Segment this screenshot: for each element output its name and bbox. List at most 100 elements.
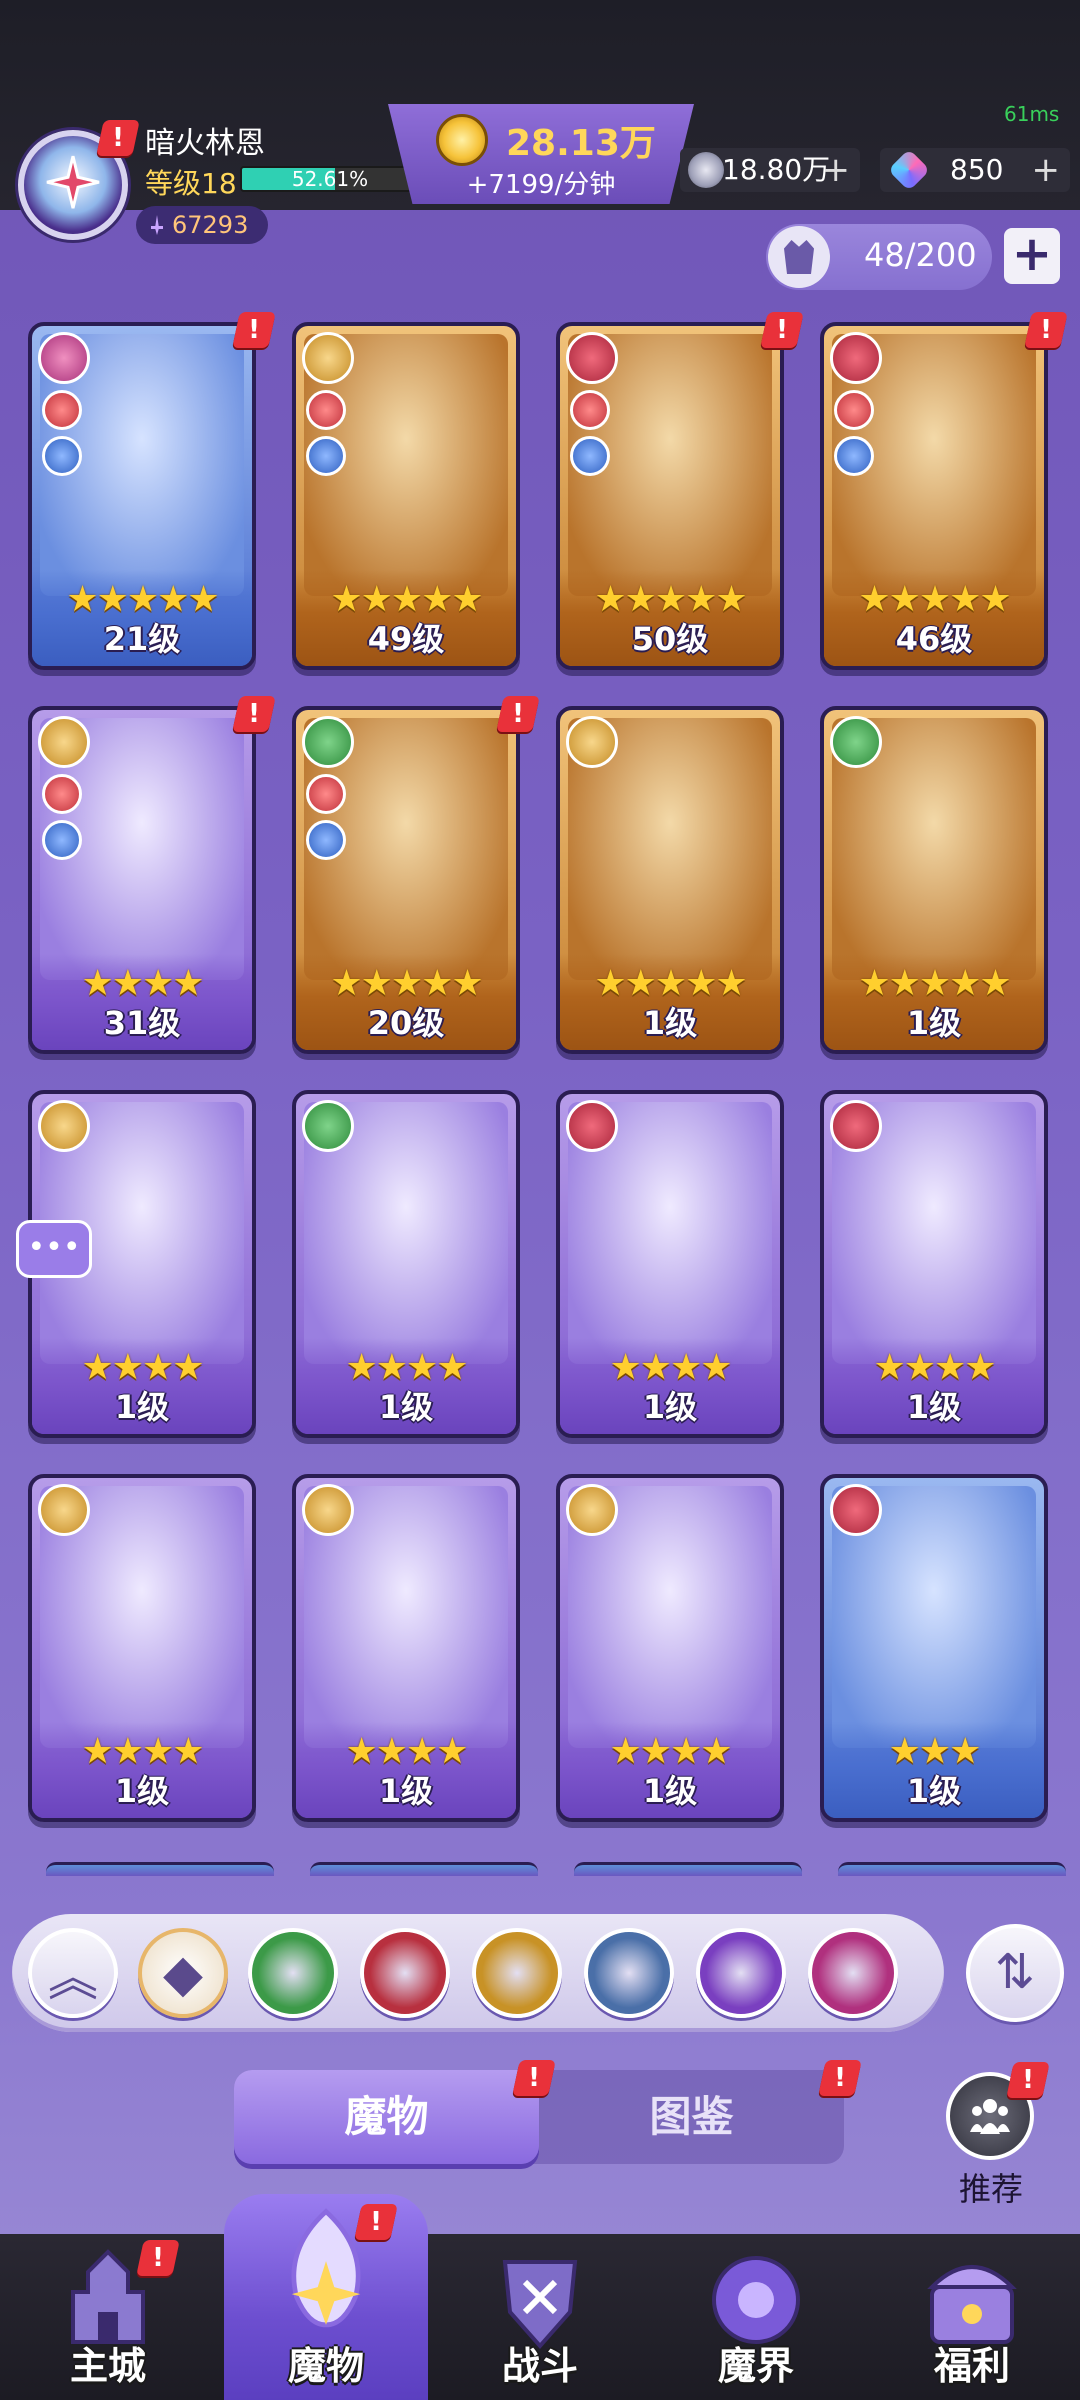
monster-level: 20级 [367, 1004, 445, 1042]
combat-power-value: 67293 [172, 211, 249, 239]
eye-faction-filter[interactable] [696, 1928, 786, 2018]
crystal-icon [887, 148, 931, 192]
tab-monster[interactable]: 魔物 [234, 2070, 539, 2164]
order-faction-icon [38, 1484, 90, 1536]
combat-power: 67293 [136, 206, 268, 244]
chat-bubble-icon[interactable]: ••• [16, 1220, 92, 1278]
chaos-faction-icon [566, 1100, 618, 1152]
chaos-faction-filter[interactable] [360, 1928, 450, 2018]
monster-card[interactable]: ★★★★ 1级 [820, 1090, 1048, 1438]
defense-role-icon [834, 436, 874, 476]
expand-capacity-button[interactable]: + [1004, 228, 1060, 284]
power-sword-icon [151, 215, 163, 235]
void-faction-filter[interactable] [808, 1928, 898, 2018]
monster-level: 1级 [906, 1004, 962, 1042]
attack-role-icon [42, 390, 82, 430]
nav-alert-badge [354, 2204, 398, 2240]
monster-level: 1级 [114, 1772, 170, 1810]
next-row-card-edge [838, 1862, 1066, 1876]
crystal-resource[interactable]: 850 + [880, 148, 1070, 192]
attack-role-icon [42, 774, 82, 814]
monster-card[interactable]: ★★★★ 1级 [556, 1474, 784, 1822]
monster-card[interactable]: ★★★ 1级 [820, 1474, 1048, 1822]
order-faction-icon [566, 1484, 618, 1536]
monster-card[interactable]: ★★★★ 31级 [28, 706, 256, 1054]
chaos-faction-icon [566, 332, 618, 384]
card-alert-badge [496, 696, 540, 732]
recommend-label: 推荐 [958, 2170, 1023, 2208]
order-faction-icon [566, 716, 618, 768]
monster-level: 21级 [103, 620, 181, 658]
monster-level: 1级 [642, 1772, 698, 1810]
card-alert-badge [232, 696, 276, 732]
monster-level: 50级 [631, 620, 709, 658]
order-faction-filter[interactable] [472, 1928, 562, 2018]
monster-box-icon [768, 226, 830, 288]
add-crystals-button[interactable]: + [1032, 148, 1061, 192]
nav-label: 战斗 [501, 2344, 578, 2388]
tab-monster-alert [512, 2060, 556, 2096]
nav-item-3[interactable]: 魔界 [648, 2234, 864, 2400]
add-gems-button[interactable]: + [822, 148, 851, 192]
nav-item-2[interactable]: 战斗 [432, 2234, 648, 2400]
gems-resource[interactable]: 18.80万 + [680, 148, 860, 192]
monster-capacity: 48/200 [766, 224, 992, 290]
exp-bar: 52.61% [240, 166, 420, 192]
gold-panel[interactable]: 28.13万 +7199/分钟 [388, 104, 694, 204]
card-alert-badge [232, 312, 276, 348]
nav-item-1[interactable]: 魔物 [224, 2194, 428, 2400]
gold-coin-icon [436, 114, 488, 166]
attack-role-icon [306, 390, 346, 430]
defense-role-icon [570, 436, 610, 476]
chaos-faction-icon [830, 1100, 882, 1152]
faction-filter-bar [12, 1914, 944, 2032]
monster-capacity-value: 48/200 [864, 236, 977, 274]
team-people-icon [970, 2099, 1010, 2134]
monster-level: 1级 [114, 1388, 170, 1426]
monster-card[interactable]: ★★★★★ 46级 [820, 322, 1048, 670]
card-alert-badge [1024, 312, 1068, 348]
attack-role-icon [570, 390, 610, 430]
fps-readout: 61ms [1004, 102, 1060, 126]
gem-stone-icon [688, 152, 724, 188]
nav-item-4[interactable]: 福利 [864, 2234, 1080, 2400]
monster-level: 1级 [378, 1388, 434, 1426]
defense-role-icon [306, 436, 346, 476]
monster-card[interactable]: ★★★★★ 1级 [556, 706, 784, 1054]
nav-label: 福利 [933, 2344, 1010, 2388]
next-row-card-edge [574, 1862, 802, 1876]
chaos-faction-icon [830, 332, 882, 384]
dragon-faction-filter[interactable] [584, 1928, 674, 2018]
nature-faction-icon [830, 716, 882, 768]
nav-item-0[interactable]: 主城 [0, 2234, 216, 2400]
monster-card[interactable]: ★★★★ 1级 [292, 1090, 520, 1438]
monster-level: 1级 [906, 1388, 962, 1426]
monster-card[interactable]: ★★★★★ 50级 [556, 322, 784, 670]
next-row-card-edge [46, 1862, 274, 1876]
order-faction-icon [302, 332, 354, 384]
collapse-icon[interactable] [28, 1928, 118, 2018]
monster-grid: ★★★★★21级★★★★★49级★★★★★50级★★★★★46级★★★★31级★… [16, 312, 1068, 1862]
all-factions-filter[interactable] [138, 1928, 228, 2018]
monster-card[interactable]: ★★★★★ 49级 [292, 322, 520, 670]
defense-role-icon [306, 820, 346, 860]
sort-icon[interactable] [966, 1924, 1064, 2022]
monster-level: 1级 [642, 1388, 698, 1426]
nav-label: 主城 [69, 2344, 146, 2388]
gold-amount: 28.13万 [506, 123, 656, 164]
monster-card[interactable]: ★★★★ 1级 [292, 1474, 520, 1822]
monster-card[interactable]: ★★★★★ 21级 [28, 322, 256, 670]
nav-label: 魔物 [287, 2344, 364, 2388]
exp-percent: 52.61% [291, 167, 369, 191]
next-row-card-edge [310, 1862, 538, 1876]
nature-faction-filter[interactable] [248, 1928, 338, 2018]
attack-role-icon [834, 390, 874, 430]
tab-codex[interactable]: 图鉴 [539, 2070, 844, 2164]
monster-card[interactable]: ★★★★ 1级 [556, 1090, 784, 1438]
nature-faction-icon [302, 1100, 354, 1152]
bottom-nav: 主城 魔物 战斗 魔界 福利 [0, 2194, 1080, 2400]
monster-card[interactable]: ★★★★★ 1级 [820, 706, 1048, 1054]
monster-card[interactable]: ★★★★★ 20级 [292, 706, 520, 1054]
monster-level: 49级 [367, 620, 445, 658]
monster-card[interactable]: ★★★★ 1级 [28, 1474, 256, 1822]
